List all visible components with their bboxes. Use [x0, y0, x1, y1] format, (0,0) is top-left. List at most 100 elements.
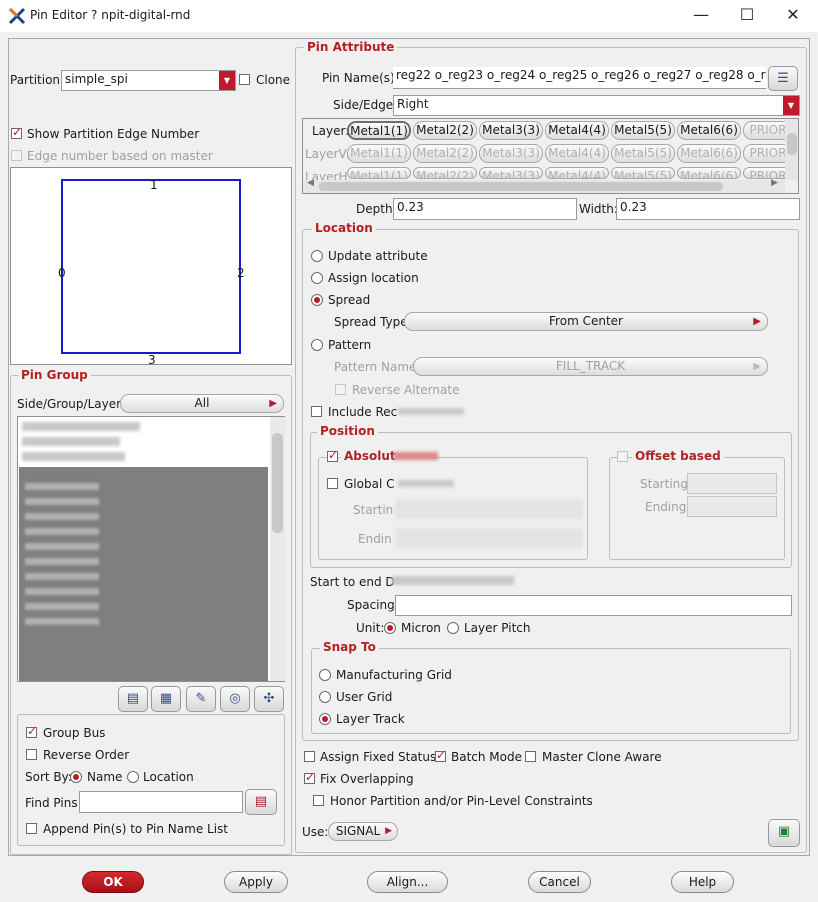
spread-radio[interactable]: [311, 294, 323, 306]
clone-checkbox[interactable]: [239, 74, 250, 85]
tool-button-4[interactable]: ◎: [220, 686, 250, 712]
ok-button[interactable]: OK: [82, 871, 144, 893]
layerh-metal4-button[interactable]: Metal4(4): [545, 167, 609, 179]
layer-metal4-button[interactable]: Metal4(4): [545, 121, 609, 140]
starting-fields[interactable]: [395, 499, 583, 519]
fix-overlap-checkbox[interactable]: [304, 770, 315, 784]
list-scrollbar[interactable]: [270, 417, 285, 681]
list-item[interactable]: [22, 437, 120, 446]
spacing-input[interactable]: [395, 595, 792, 616]
width-input[interactable]: 0.23: [616, 198, 800, 220]
reverse-order-checkbox[interactable]: [26, 749, 37, 760]
table-icon: ▦: [159, 691, 173, 706]
edge-number-bottom: 3: [148, 353, 156, 367]
close-button[interactable]: ✕: [770, 0, 816, 32]
spread-type-dropdown[interactable]: From Center ▶: [404, 312, 768, 331]
maximize-button[interactable]: ☐: [724, 0, 770, 32]
layer-metal6-button[interactable]: Metal6(6): [677, 121, 741, 140]
offset-starting-input[interactable]: [687, 473, 777, 494]
scroll-thumb[interactable]: [272, 433, 283, 533]
vscroll-thumb[interactable]: [787, 133, 797, 155]
layer-metal3-button[interactable]: Metal3(3): [479, 121, 543, 140]
reverse-alt-checkbox[interactable]: [335, 384, 346, 395]
layerv-metal2-button[interactable]: Metal2(2): [413, 144, 477, 163]
global-checkbox[interactable]: [327, 478, 338, 489]
pin-names-value: reg22 o_reg23 o_reg24 o_reg25 o_reg26 o_…: [396, 68, 766, 82]
layerv-metal1-button[interactable]: Metal1(1): [347, 144, 411, 163]
append-checkbox[interactable]: [26, 823, 37, 834]
honor-label: Honor Partition and/or Pin-Level Constra…: [330, 794, 593, 808]
find-pins-input[interactable]: [79, 791, 243, 813]
ending-fields[interactable]: [395, 528, 583, 548]
mfg-grid-radio[interactable]: [319, 669, 331, 681]
list-item[interactable]: [22, 452, 125, 461]
edge-number-top: 1: [150, 178, 158, 192]
layerv-metal5-button[interactable]: Metal5(5): [611, 144, 675, 163]
offset-ending-input[interactable]: [687, 496, 777, 517]
selected-items[interactable]: [19, 467, 268, 681]
master-clone-checkbox[interactable]: [525, 751, 536, 762]
apply-button[interactable]: Apply: [224, 871, 288, 893]
depth-input[interactable]: 0.23: [393, 198, 577, 220]
pin-list[interactable]: [17, 416, 285, 682]
show-edge-checkbox[interactable]: [11, 125, 22, 139]
layerv-metal4-button[interactable]: Metal4(4): [545, 144, 609, 163]
minimize-button[interactable]: —: [678, 0, 724, 32]
reverse-order-label: Reverse Order: [43, 748, 130, 762]
pin-names-input[interactable]: reg22 o_reg23 o_reg24 o_reg25 o_reg26 o_…: [393, 67, 766, 89]
offset-checkbox[interactable]: [617, 451, 628, 462]
pin-names-list-button[interactable]: ☰: [768, 66, 798, 91]
save-settings-button[interactable]: ▣: [768, 819, 800, 847]
location-title: Location: [312, 221, 376, 235]
unit-micron-radio[interactable]: [384, 622, 396, 634]
layer-track-label: Layer Track: [336, 712, 405, 726]
layer-hscrollbar[interactable]: ◀ ▶: [303, 178, 785, 193]
side-edge-dropdown[interactable]: Right ▼: [393, 95, 800, 116]
layerv-metal6-button[interactable]: Metal6(6): [677, 144, 741, 163]
layerh-metal1-button[interactable]: Metal1(1): [347, 167, 411, 179]
fixed-status-checkbox[interactable]: [304, 751, 315, 762]
layerh-metal6-button[interactable]: Metal6(6): [677, 167, 741, 179]
side-group-dropdown[interactable]: All ▶: [120, 394, 284, 413]
layer-track-radio[interactable]: [319, 713, 331, 725]
assign-loc-radio[interactable]: [311, 272, 323, 284]
layer-metal5-button[interactable]: Metal5(5): [611, 121, 675, 140]
honor-checkbox[interactable]: [313, 795, 324, 806]
fixed-status-label: Assign Fixed Status: [320, 750, 437, 764]
include-checkbox[interactable]: [311, 406, 322, 417]
list-item[interactable]: [22, 422, 140, 431]
user-grid-radio[interactable]: [319, 691, 331, 703]
layer-metal2-button[interactable]: Metal2(2): [413, 121, 477, 140]
redacted-text: [398, 408, 464, 415]
sort-location-radio[interactable]: [127, 771, 139, 783]
tool-button-1[interactable]: ▤: [118, 686, 148, 712]
layerv-metal3-button[interactable]: Metal3(3): [479, 144, 543, 163]
sort-name-radio[interactable]: [70, 771, 82, 783]
pattern-radio[interactable]: [311, 339, 323, 351]
layerh-metal5-button[interactable]: Metal5(5): [611, 167, 675, 179]
layer-metal1-button[interactable]: Metal1(1): [347, 121, 411, 140]
group-bus-checkbox[interactable]: [26, 724, 37, 738]
align-button[interactable]: Align...: [367, 871, 448, 893]
layerh-metal3-button[interactable]: Metal3(3): [479, 167, 543, 179]
batch-mode-checkbox[interactable]: [435, 748, 446, 762]
pattern-name-dropdown[interactable]: FILL_TRACK ▶: [413, 357, 768, 376]
absolute-checkbox[interactable]: [327, 448, 338, 462]
tool-button-5[interactable]: ✣: [254, 686, 284, 712]
use-dropdown[interactable]: SIGNAL ▶: [328, 822, 398, 841]
tool-button-3[interactable]: ✎: [186, 686, 216, 712]
layer-vscrollbar[interactable]: [785, 119, 798, 180]
find-pins-button[interactable]: ▤: [245, 789, 277, 815]
tool-button-2[interactable]: ▦: [151, 686, 181, 712]
update-attr-radio[interactable]: [311, 250, 323, 262]
chevron-right-icon: ▶: [385, 826, 392, 836]
pin-attribute-title: Pin Attribute: [304, 40, 398, 54]
cancel-button[interactable]: Cancel: [528, 871, 591, 893]
partition-dropdown[interactable]: simple_spi ▼: [61, 70, 236, 91]
help-button[interactable]: Help: [671, 871, 734, 893]
hscroll-thumb[interactable]: [319, 182, 723, 191]
edge-master-checkbox[interactable]: [11, 150, 22, 161]
fix-overlap-label: Fix Overlapping: [320, 772, 414, 786]
unit-pitch-radio[interactable]: [447, 622, 459, 634]
layerh-metal2-button[interactable]: Metal2(2): [413, 167, 477, 179]
